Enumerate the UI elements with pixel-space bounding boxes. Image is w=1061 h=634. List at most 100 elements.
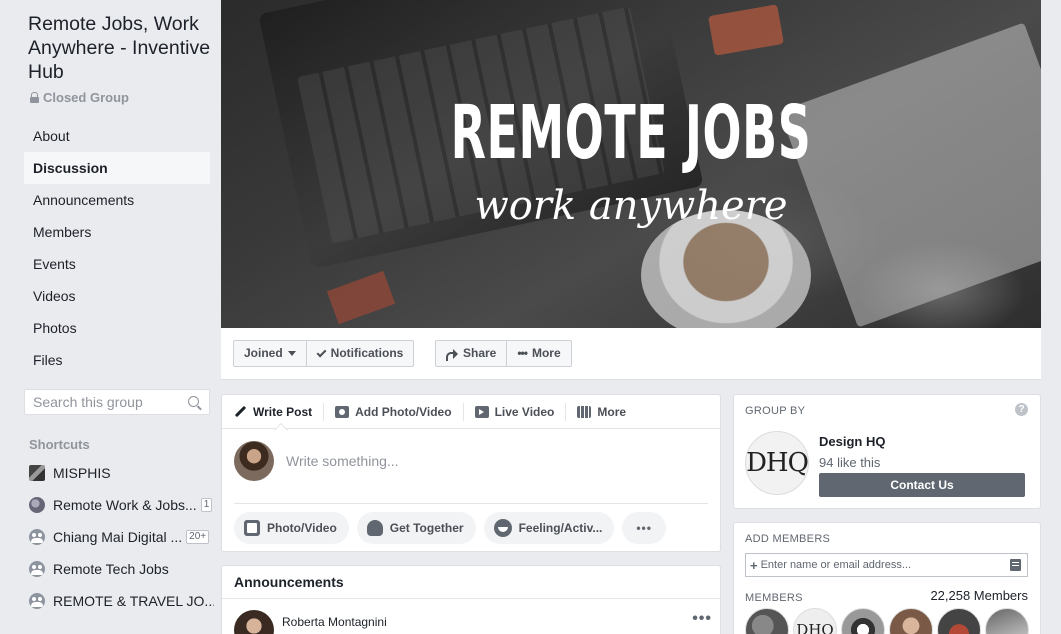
member-avatar[interactable] [937,608,981,634]
post-options-button[interactable]: ••• [692,610,712,628]
checkmark-icon [316,347,327,357]
shortcut-item[interactable]: MISPHIS [29,457,214,489]
group-people-icon [29,593,45,609]
shortcuts-list: MISPHIS Remote Work & Jobs... 1 Chiang M… [29,457,214,617]
search-icon[interactable] [188,396,199,407]
nav-item-events[interactable]: Events [24,248,210,280]
tab-add-photo-video[interactable]: Add Photo/Video [335,402,464,421]
photo-video-label: Photo/Video [267,521,337,535]
more-button[interactable]: ••• More [506,341,570,366]
group-nav: About Discussion Announcements Members E… [24,120,210,376]
membership-buttons: Joined Notifications [233,340,415,367]
cover-photo[interactable]: REMOTE JOBS work anywhere [221,0,1041,328]
divider [234,503,708,504]
shortcut-label: REMOTE & TRAVEL JO... [53,593,214,609]
nav-item-videos[interactable]: Videos [24,280,210,312]
address-book-icon[interactable] [1010,559,1021,571]
pencil-icon [234,405,247,418]
group-privacy-label: Closed Group [43,90,129,105]
photo-icon [244,520,260,536]
group-search-input[interactable] [33,394,183,410]
shortcut-label: Remote Work & Jobs... [53,497,197,513]
shortcut-label: Chiang Mai Digital ... [53,529,183,545]
more-label: More [531,346,561,360]
group-by-heading: GROUP BY [745,405,806,417]
member-avatar[interactable] [745,608,789,634]
notifications-button[interactable]: Notifications [305,341,414,366]
composer-more-button[interactable]: ••• [622,512,666,544]
group-by-card: GROUP BY ? DHQ Design HQ 94 like this Co… [733,394,1041,509]
globe-icon [29,497,45,513]
member-avatars: DHQ [745,608,1029,634]
members-heading: MEMBERS [745,592,803,604]
tab-write-post[interactable]: Write Post [234,402,325,421]
composer-tabs: Write Post Add Photo/Video Live Video Mo… [222,395,720,429]
lock-icon [30,92,39,103]
member-avatar[interactable] [985,608,1029,634]
joined-label: Joined [244,346,283,360]
tab-more-label: More [597,404,627,419]
caret-down-icon [287,351,296,356]
notification-badge: 1 [200,498,213,512]
shortcuts-heading: Shortcuts [29,437,90,452]
video-camera-icon [474,405,489,418]
write-something-input[interactable] [286,453,686,469]
share-button[interactable]: Share [436,341,506,366]
more-dots-icon: ••• [517,346,528,360]
share-arrow-icon [446,348,458,361]
composer-body [234,441,686,481]
get-together-button[interactable]: Get Together [356,512,476,544]
announcements-card: Announcements Roberta Montagnini ••• [221,565,721,634]
add-members-card: ADD MEMBERS + MEMBERS 22,258 Members DHQ [733,522,1041,634]
cover-accent-shape [708,4,784,56]
member-avatar[interactable]: DHQ [793,608,837,634]
member-avatar[interactable] [889,608,933,634]
cover-accent-shape [326,270,396,325]
shortcut-item[interactable]: Remote Tech Jobs [29,553,214,585]
member-avatar[interactable] [841,608,885,634]
post-author[interactable]: Roberta Montagnini [282,615,387,629]
feeling-activity-button[interactable]: Feeling/Activ... [483,512,615,544]
add-member-input[interactable] [760,559,1006,571]
tab-live-video[interactable]: Live Video [474,402,567,421]
divider [222,598,720,599]
left-sidebar: Remote Jobs, Work Anywhere - Inventive H… [0,0,221,634]
nav-item-photos[interactable]: Photos [24,312,210,344]
get-together-label: Get Together [389,521,464,535]
page-name[interactable]: Design HQ [819,434,885,449]
nav-item-members[interactable]: Members [24,216,210,248]
group-privacy: Closed Group [30,90,129,105]
group-people-icon [29,529,45,545]
post-composer: Write Post Add Photo/Video Live Video Mo… [221,394,721,552]
group-people-icon [29,561,45,577]
shortcut-item[interactable]: Remote Work & Jobs... 1 [29,489,214,521]
nav-item-files[interactable]: Files [24,344,210,376]
members-count[interactable]: 22,258 Members [930,588,1028,603]
notifications-label: Notifications [330,346,404,360]
group-title[interactable]: Remote Jobs, Work Anywhere - Inventive H… [28,12,218,84]
cover-title: REMOTE JOBS [450,90,812,176]
tab-more[interactable]: More [577,403,637,421]
share-more-buttons: Share ••• More [435,340,572,367]
announcements-title[interactable]: Announcements [234,574,344,590]
contact-us-button[interactable]: Contact Us [819,473,1025,497]
page-logo[interactable]: DHQ [745,431,809,495]
tab-live-video-label: Live Video [494,404,555,419]
smiley-icon [493,519,512,537]
shortcut-item[interactable]: REMOTE & TRAVEL JO... [29,585,214,617]
photo-video-button[interactable]: Photo/Video [234,512,349,544]
tab-write-post-label: Write Post [253,404,313,419]
nav-item-announcements[interactable]: Announcements [24,184,210,216]
avatar[interactable] [234,441,274,481]
feeling-label: Feeling/Activ... [518,521,603,535]
help-icon[interactable]: ? [1015,403,1028,416]
group-photo-icon [29,465,45,481]
avatar[interactable] [234,610,274,634]
cover-subtitle: work anywhere [474,183,788,229]
nav-item-discussion[interactable]: Discussion [24,152,210,184]
add-member-field: + [745,553,1028,577]
shortcut-item[interactable]: Chiang Mai Digital ... 20+ [29,521,214,553]
group-action-bar: Joined Notifications Share ••• More [221,328,1041,380]
nav-item-about[interactable]: About [24,120,210,152]
joined-button[interactable]: Joined [234,341,306,366]
